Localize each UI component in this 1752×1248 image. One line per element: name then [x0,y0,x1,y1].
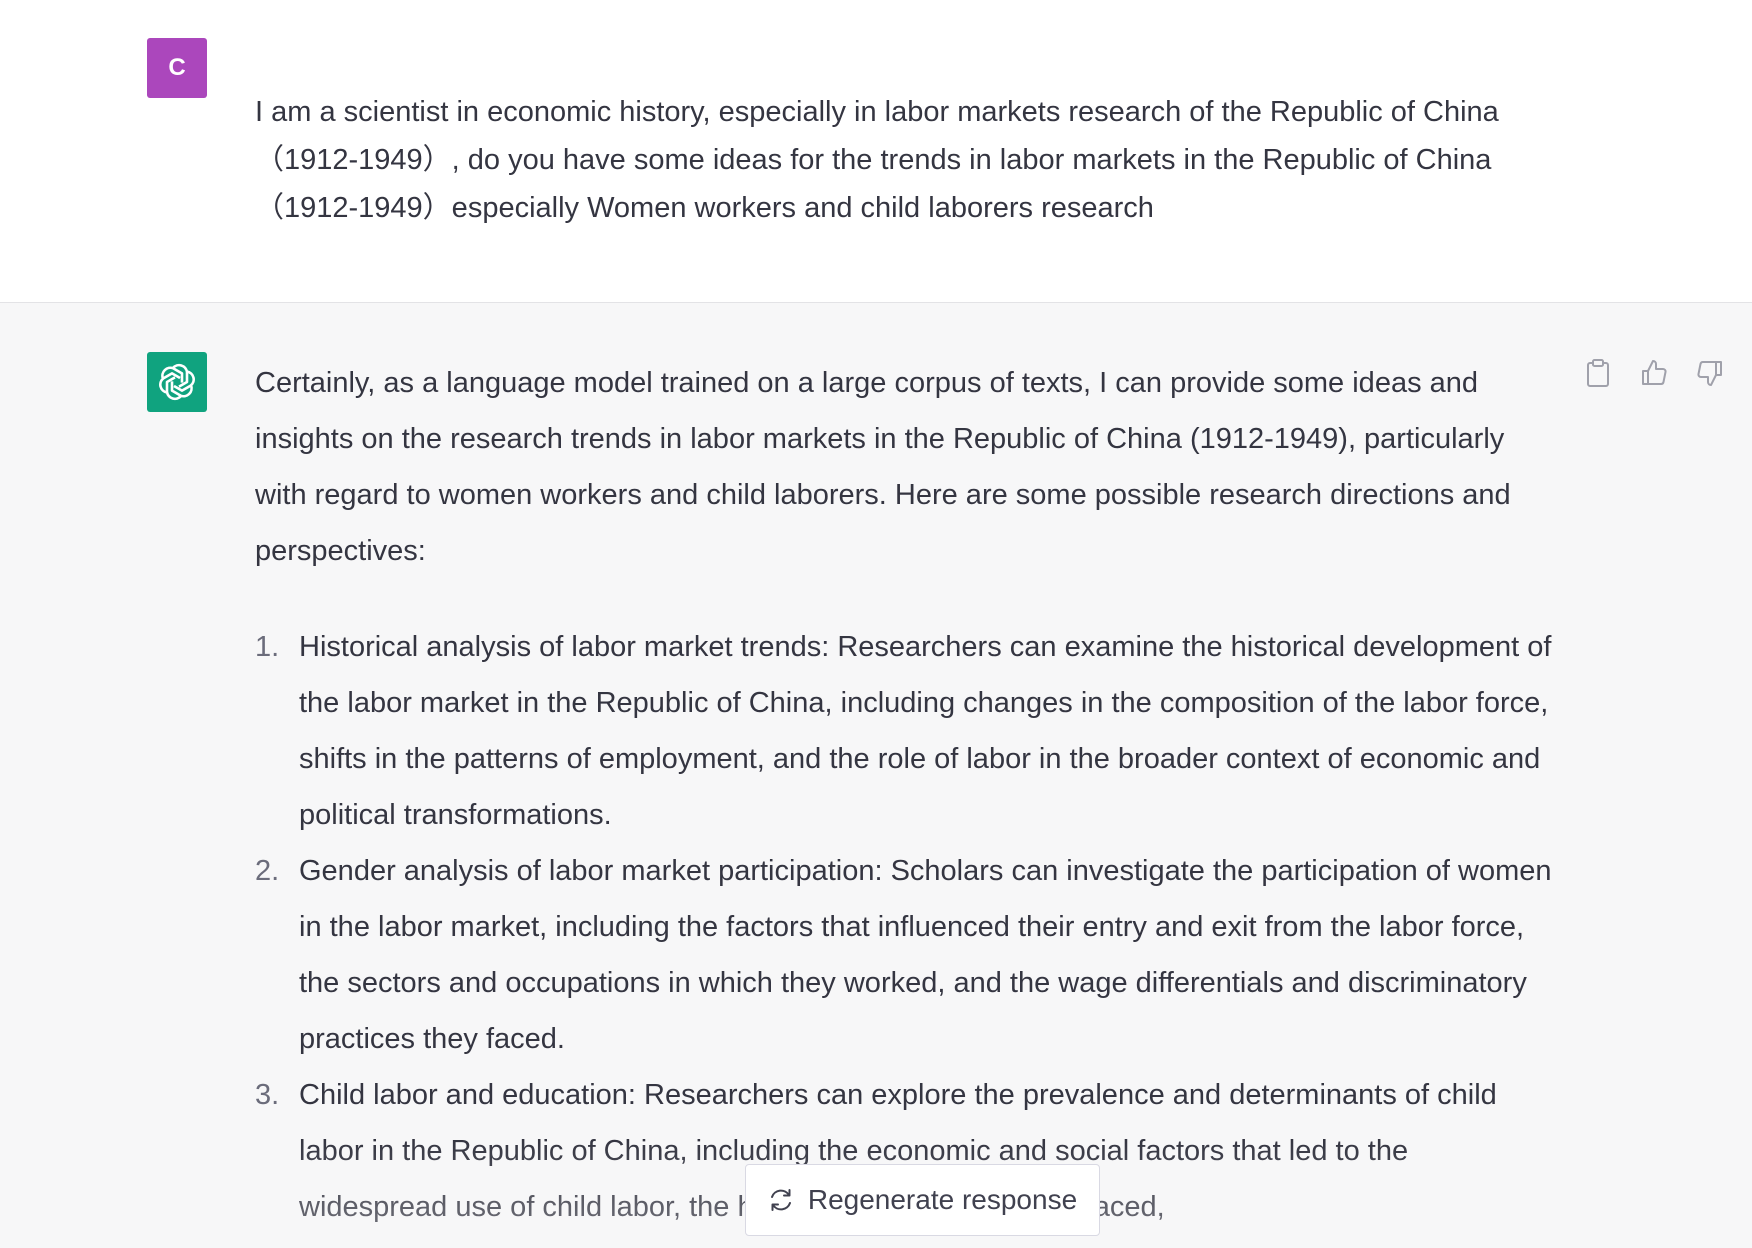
user-message-text: I am a scientist in economic history, es… [255,96,1499,224]
list-item-number: 2. [255,855,280,887]
assistant-avatar [147,352,207,412]
assistant-message-row: Certainly, as a language model trained o… [0,303,1752,1248]
list-item-text: Gender analysis of labor market particip… [299,855,1552,1055]
list-item-number: 3. [255,1079,280,1111]
user-avatar: C [147,38,207,98]
list-item: 1. Historical analysis of labor market t… [255,619,1555,843]
clipboard-icon [1587,359,1609,387]
answer-list: 1. Historical analysis of labor market t… [255,619,1555,1235]
logo-background [147,352,207,412]
list-item-number: 1. [255,631,280,663]
assistant-intro-text: Certainly, as a language model trained o… [255,367,1511,567]
thumbs-up-icon [1642,360,1667,385]
openai-logo-icon [147,352,207,412]
regenerate-label: Regenerate response [807,1184,1078,1215]
list-item: 2. Gender analysis of labor market parti… [255,843,1555,1067]
copy-button[interactable] [1582,357,1614,389]
user-message-row: C I am a scientist in economic history, … [0,0,1752,303]
thumbs-down-icon [1697,361,1722,386]
list-item-text: Historical analysis of labor market tren… [299,631,1552,831]
assistant-message-body: Certainly, as a language model trained o… [255,355,1555,1235]
avatar-initial: C [168,54,186,81]
refresh-icon [770,1189,791,1211]
regenerate-response-button[interactable]: Regenerate response [745,1164,1100,1236]
chat-page: C I am a scientist in economic history, … [0,0,1752,1248]
thumbs-down-button[interactable] [1694,357,1726,389]
thumbs-up-button[interactable] [1638,357,1670,389]
message-actions [1582,357,1726,389]
